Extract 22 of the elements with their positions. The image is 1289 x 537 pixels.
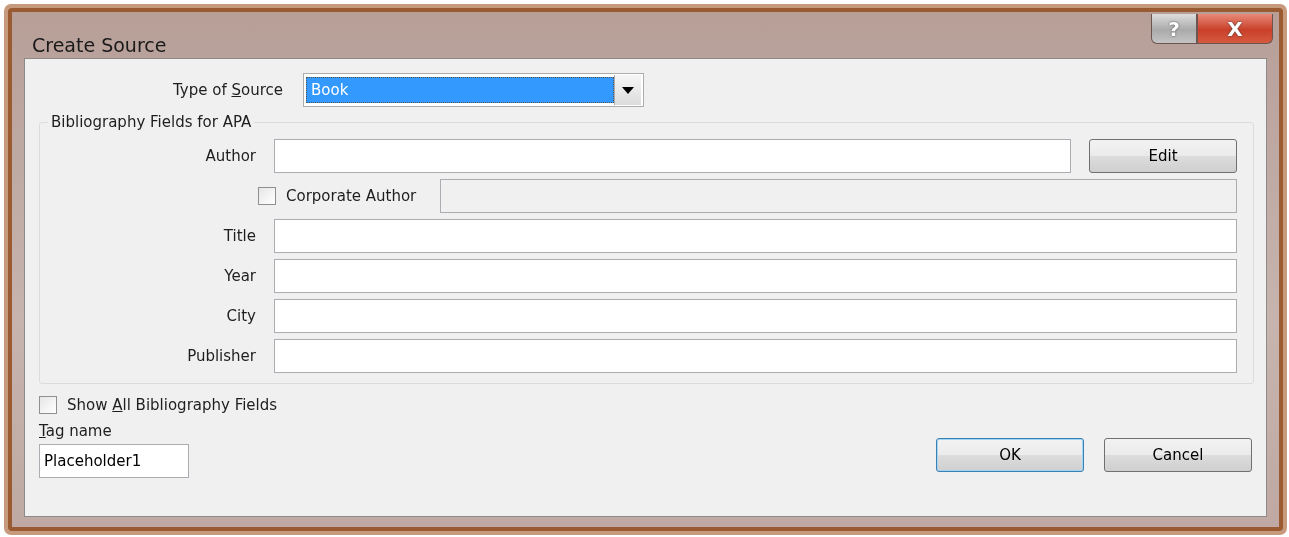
close-button[interactable]: X (1197, 14, 1273, 44)
checkbox-label: Show All Bibliography Fields (67, 396, 278, 414)
field-label: Publisher (186, 347, 256, 365)
checkbox[interactable] (39, 396, 57, 414)
text-field[interactable] (274, 259, 1237, 293)
field-label: Type of Source (173, 81, 283, 99)
field-label: Tag name (39, 422, 113, 440)
text-field[interactable] (274, 219, 1237, 253)
dialog-button[interactable]: OK (936, 438, 1084, 472)
dialog-button[interactable]: Cancel (1104, 438, 1252, 472)
group-legend: Bibliography Fields for APA (48, 113, 255, 131)
field-label: Title (222, 227, 256, 245)
edit-button[interactable]: Edit (1089, 139, 1237, 173)
text-field[interactable] (274, 139, 1071, 173)
window-title: Create Source (32, 34, 167, 56)
field-label: Year (223, 267, 256, 285)
text-field[interactable] (274, 339, 1237, 373)
text-field[interactable] (274, 299, 1237, 333)
checkbox-label: Corporate Author (286, 187, 417, 205)
field-label: City (225, 307, 256, 325)
tag-name-field[interactable]: Placeholder1 (39, 444, 189, 478)
field-label: Author (204, 147, 256, 165)
